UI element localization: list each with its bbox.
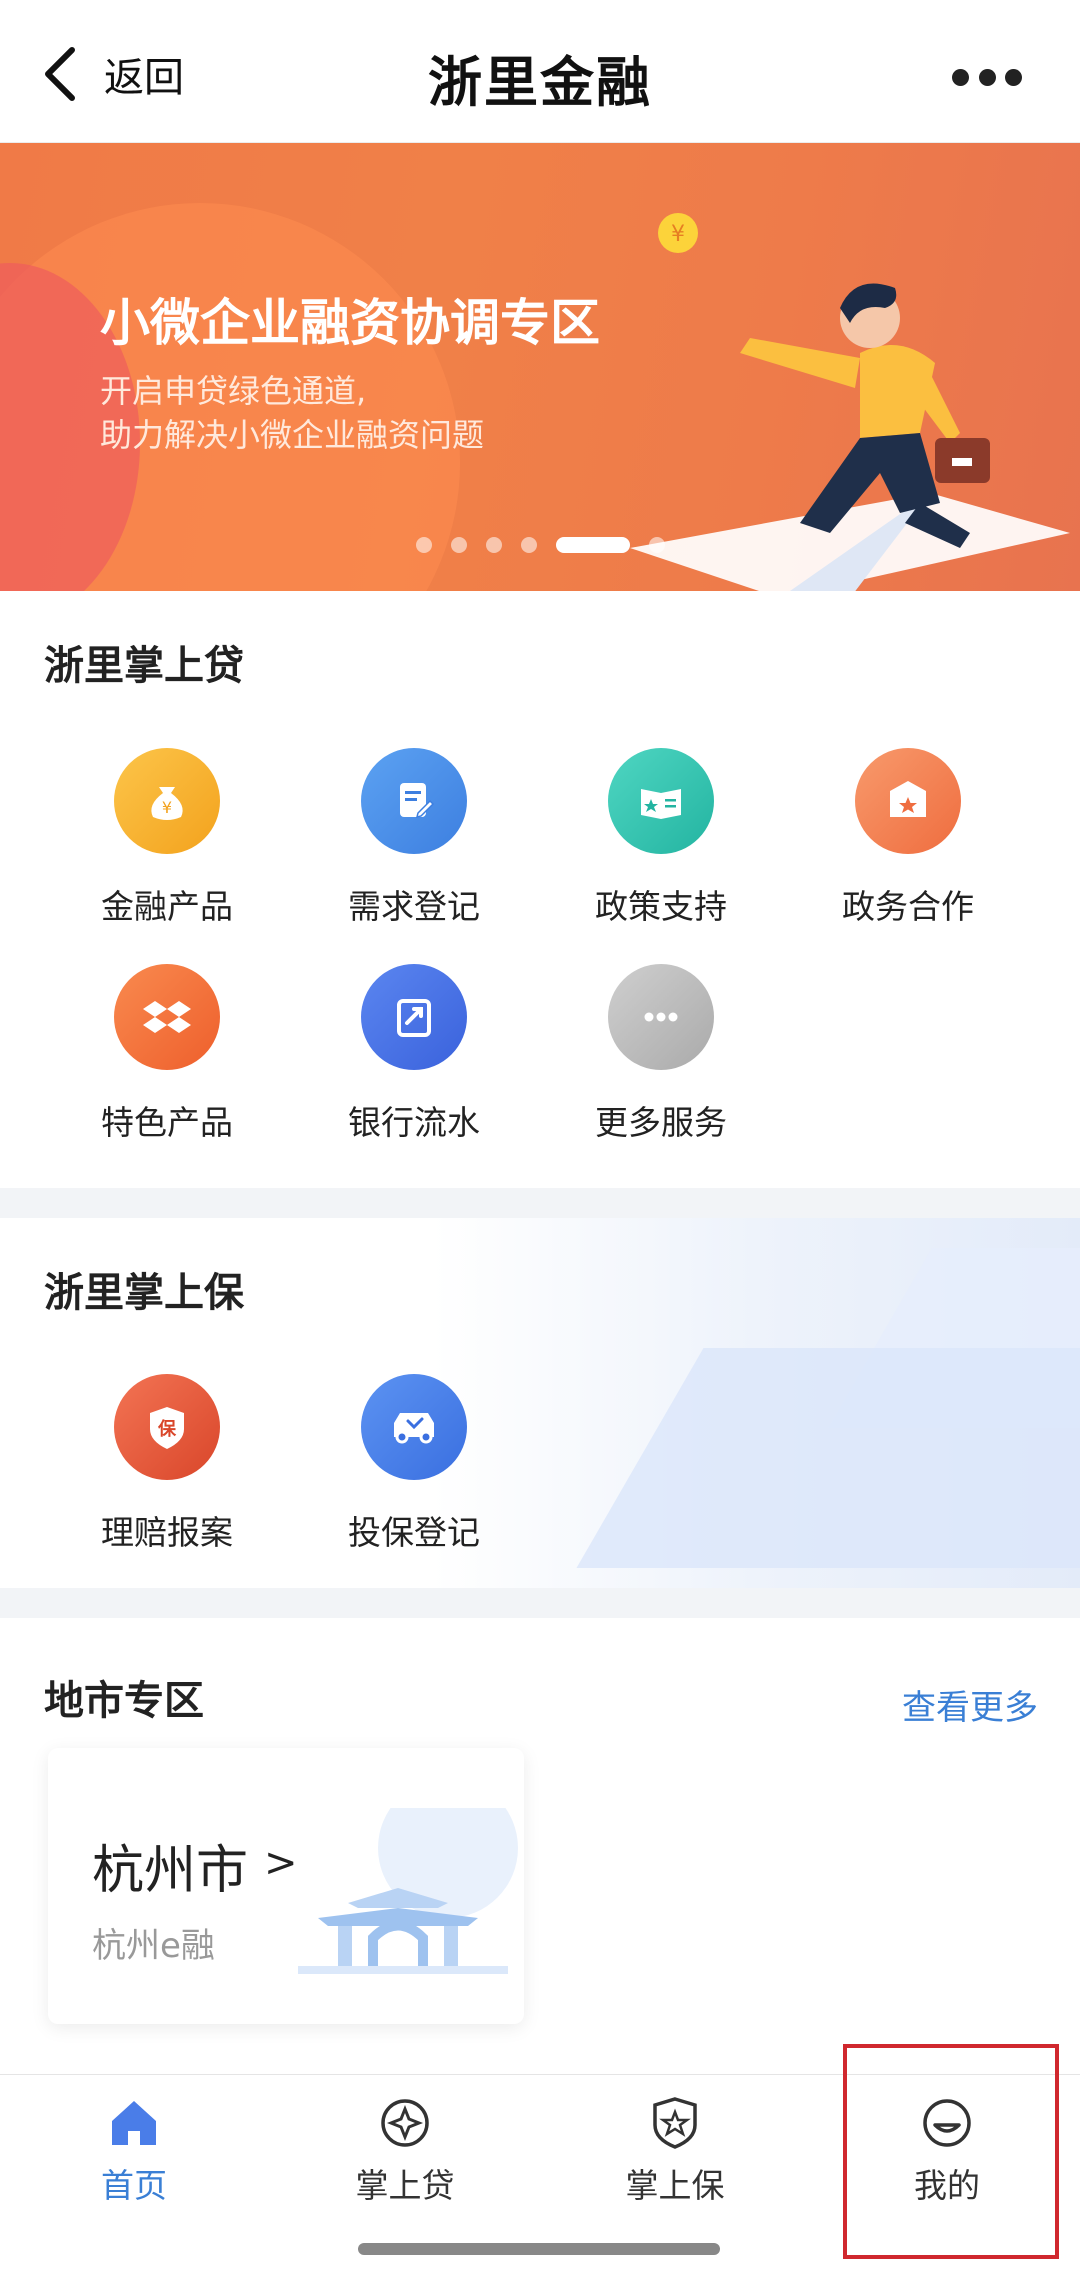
promo-banner[interactable]: 小微企业融资协调专区 开启申贷绿色通道, 助力解决小微企业融资问题 ¥ [0, 143, 1080, 591]
grid-item-label: 需求登记 [348, 887, 480, 926]
banner-subtitle: 开启申贷绿色通道, 助力解决小微企业融资问题 [100, 369, 620, 457]
more-menu-button[interactable] [952, 62, 1022, 92]
top-navigation-bar: 返回 浙里金融 [0, 0, 1080, 143]
grid-item-featured-products[interactable]: 特色产品 [52, 964, 282, 1144]
view-more-link[interactable]: 查看更多 [902, 1680, 1038, 1729]
tab-insurance[interactable]: 掌上保 [575, 2095, 775, 2207]
tab-home[interactable]: 首页 [34, 2095, 234, 2207]
more-dots-icon [608, 964, 714, 1070]
section-divider [0, 1188, 1080, 1218]
svg-text:¥: ¥ [162, 798, 172, 817]
grid-item-label: 政务合作 [842, 887, 974, 926]
tab-label: 掌上保 [625, 2166, 725, 2205]
banner-subtitle-line: 助力解决小微企业融资问题 [100, 416, 485, 454]
pagination-dot[interactable] [649, 537, 665, 553]
page-title: 浙里金融 [428, 51, 652, 114]
tab-loan[interactable]: 掌上贷 [305, 2095, 505, 2207]
decor-shape [576, 1348, 1080, 1568]
grid-item-label: 金融产品 [101, 887, 233, 926]
banner-pagination [416, 537, 684, 553]
city-subtitle: 杭州e融 [92, 1926, 215, 1966]
feature-box-icon [114, 964, 220, 1070]
city-section-title: 地市专区 [44, 1678, 204, 1724]
grid-item-bank-statement[interactable]: 银行流水 [299, 964, 529, 1144]
more-dot-icon [952, 68, 969, 86]
highlight-annotation-box [843, 2044, 1059, 2259]
grid-item-insurance-registration[interactable]: 投保登记 [299, 1374, 529, 1554]
more-dot-icon [978, 68, 996, 86]
pagination-dot[interactable] [486, 537, 502, 553]
section-divider [0, 1588, 1080, 1618]
grid-item-policy-support[interactable]: 政策支持 [546, 748, 776, 928]
banner-title: 小微企业融资协调专区 [100, 294, 600, 352]
insurance-section-title: 浙里掌上保 [44, 1270, 244, 1316]
grid-item-demand-registration[interactable]: 需求登记 [299, 748, 529, 928]
pagination-dot[interactable] [451, 537, 467, 553]
money-bag-icon: ¥ [114, 748, 220, 854]
grid-item-label: 政策支持 [595, 887, 727, 926]
svg-text:¥: ¥ [671, 222, 685, 247]
tab-label: 掌上贷 [355, 2166, 455, 2205]
home-icon [112, 2101, 156, 2145]
home-indicator[interactable] [358, 2243, 720, 2255]
grid-item-more-services[interactable]: 更多服务 [546, 964, 776, 1144]
more-dot-icon [1005, 68, 1022, 86]
claim-shield-icon: 保 [114, 1374, 220, 1480]
insurance-star-icon [653, 2097, 697, 2149]
loan-section-title: 浙里掌上贷 [44, 643, 244, 689]
grid-item-label: 理赔报案 [101, 1513, 233, 1552]
pagination-dot[interactable] [521, 537, 537, 553]
city-name: 杭州市 [92, 1841, 249, 1901]
register-form-icon [361, 748, 467, 854]
chevron-right-icon: > [264, 1840, 298, 1886]
government-badge-icon [855, 748, 961, 854]
city-card-hangzhou[interactable]: 杭州市 > 杭州e融 [48, 1748, 524, 2024]
banner-subtitle-line: 开启申贷绿色通道, [100, 372, 367, 410]
grid-item-financial-products[interactable]: ¥ 金融产品 [52, 748, 282, 928]
grid-item-label: 特色产品 [101, 1103, 233, 1142]
svg-text:保: 保 [157, 1418, 177, 1440]
grid-item-government-cooperation[interactable]: 政务合作 [793, 748, 1023, 928]
loan-compass-icon [381, 2099, 429, 2147]
pagination-dot-active[interactable] [556, 537, 630, 553]
city-gate-illustration [298, 1808, 518, 1974]
bank-statement-icon [361, 964, 467, 1070]
car-insurance-icon [361, 1374, 467, 1480]
grid-item-label: 银行流水 [348, 1103, 480, 1142]
grid-item-claim-report[interactable]: 保 理赔报案 [52, 1374, 282, 1554]
businessman-illustration: ¥ [630, 213, 1070, 591]
policy-book-icon [608, 748, 714, 854]
grid-item-label: 更多服务 [595, 1103, 727, 1142]
tab-label: 首页 [101, 2166, 167, 2205]
grid-item-label: 投保登记 [348, 1513, 480, 1552]
pagination-dot[interactable] [416, 537, 432, 553]
